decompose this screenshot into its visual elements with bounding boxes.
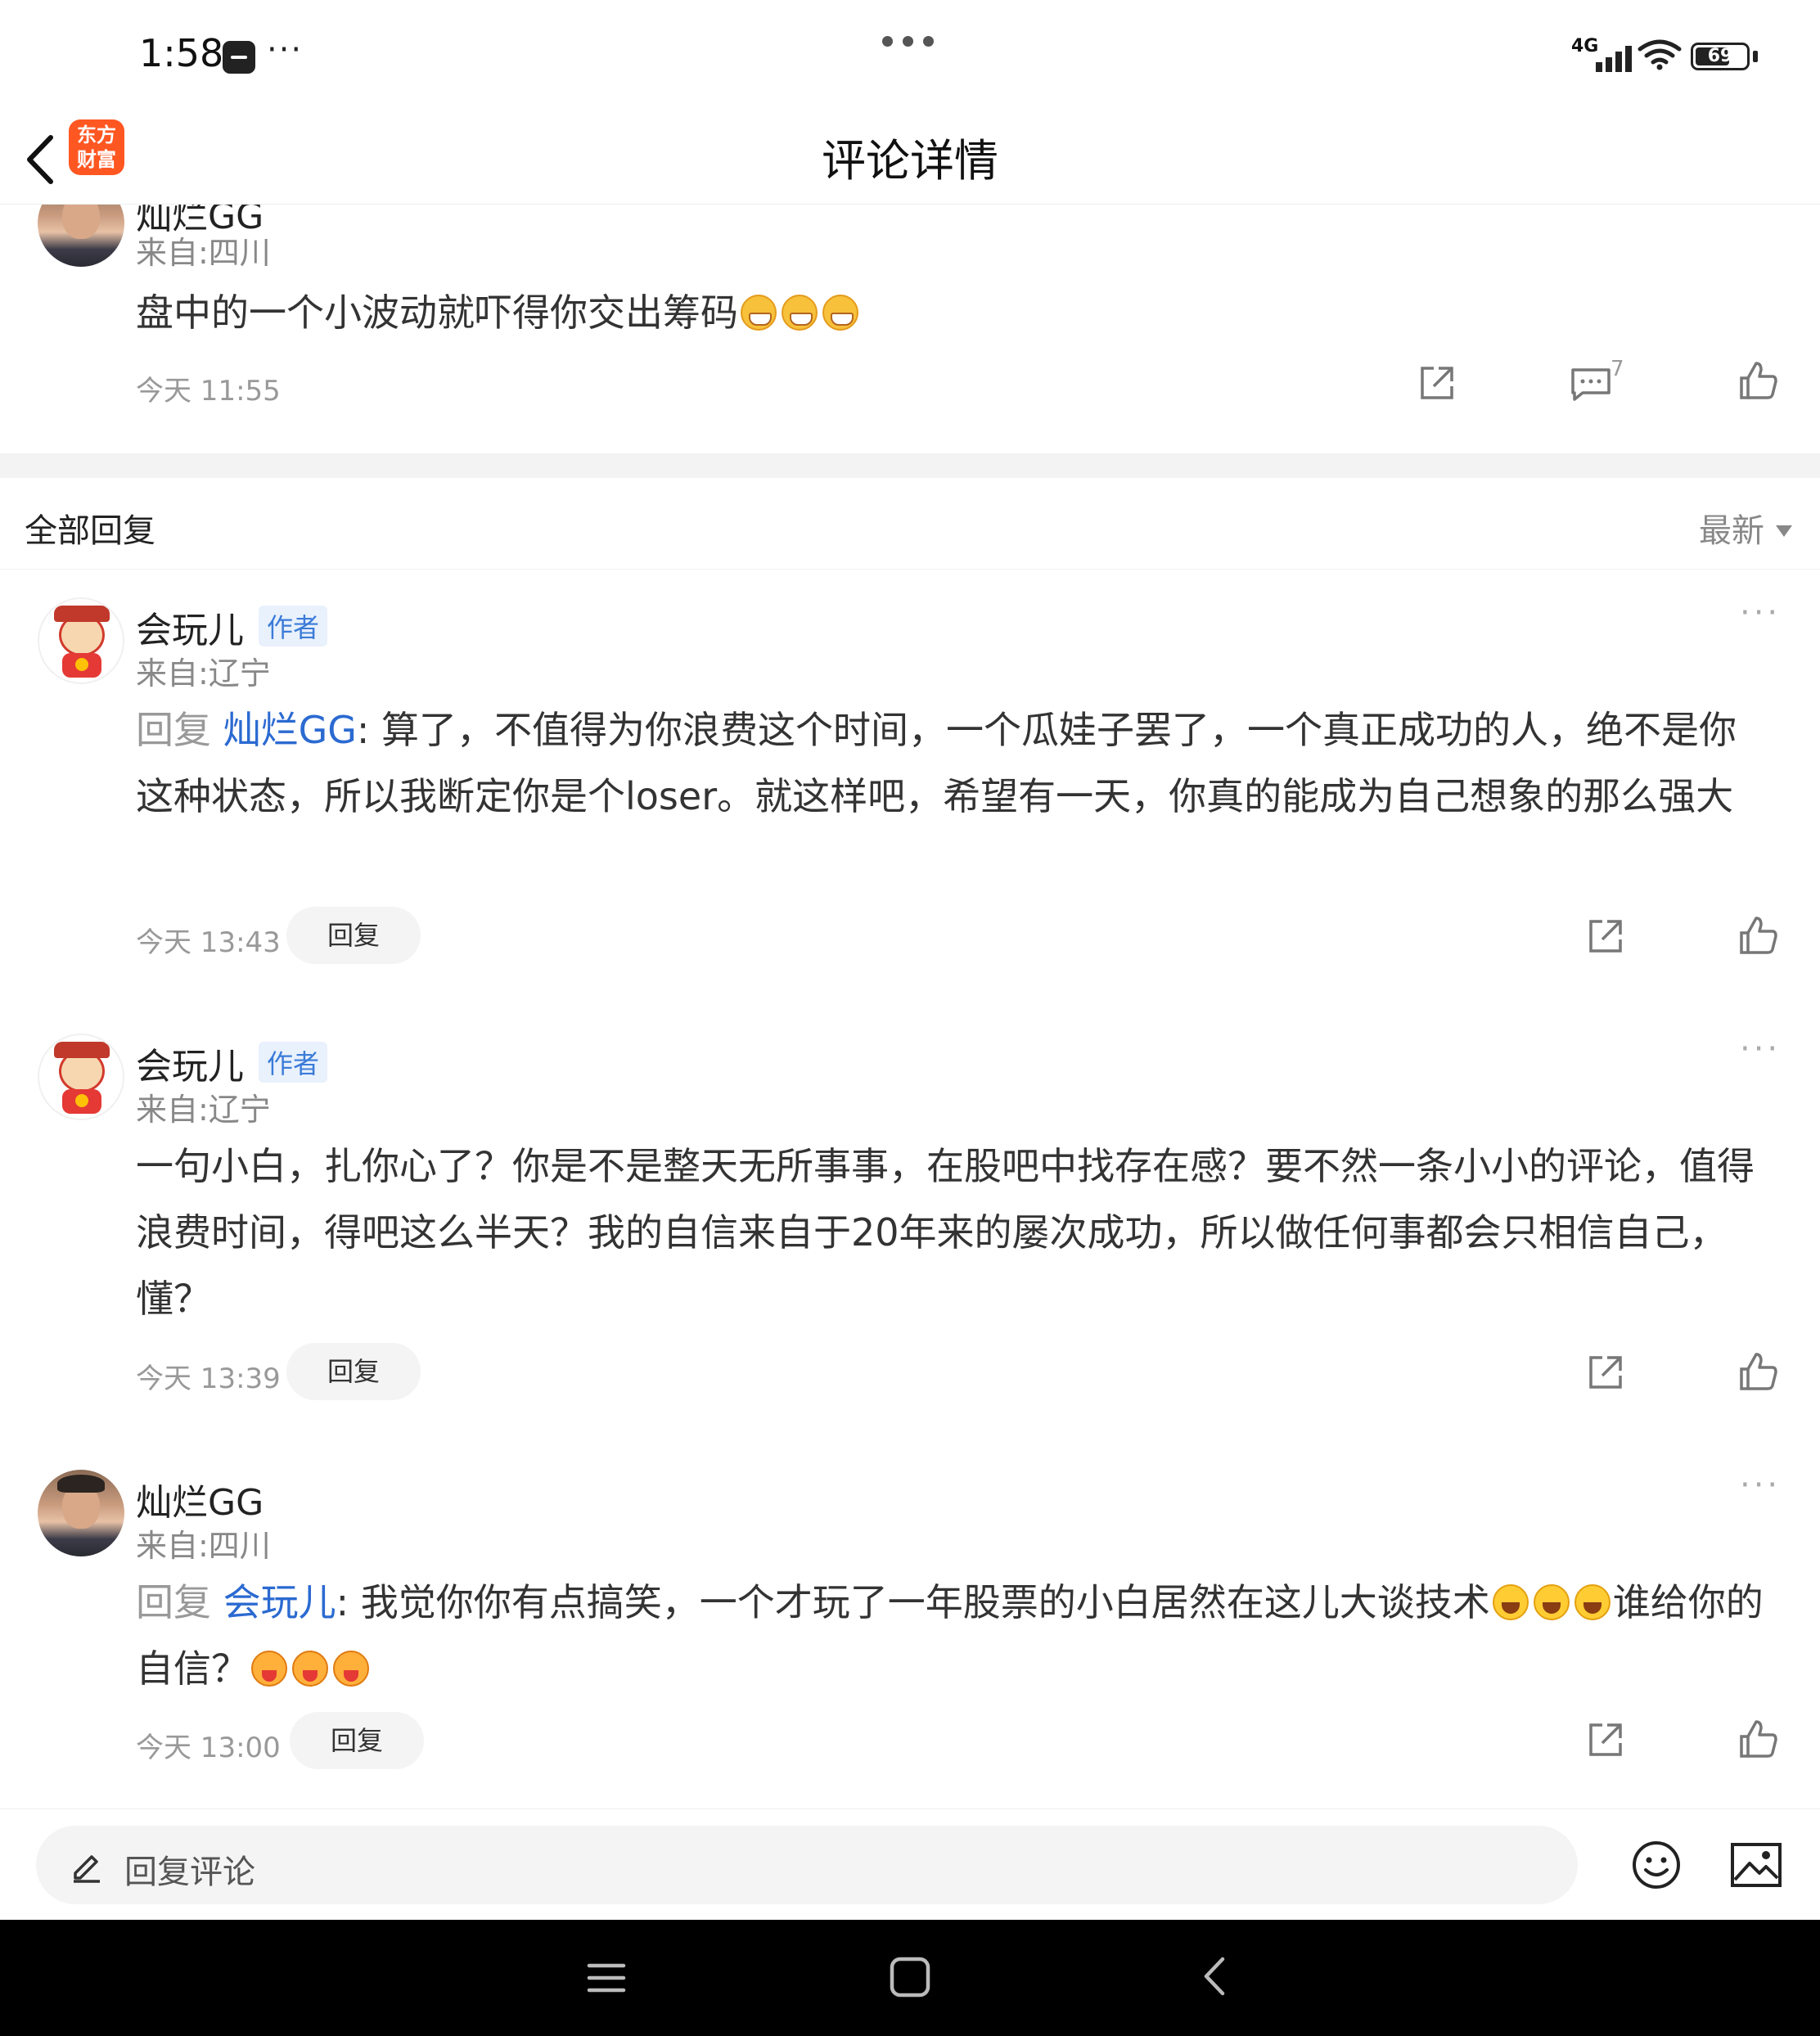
main-comment-text: 盘中的一个小波动就吓得你交出筹码: [136, 280, 1691, 346]
reply-location: 来自:辽宁: [136, 655, 271, 691]
system-navigation-bar: [0, 1920, 1820, 2036]
reply-time: 今天 13:39: [136, 1363, 281, 1395]
share-icon[interactable]: [1417, 363, 1457, 403]
reply-body: : 算了，不值得为你浪费这个时间，一个瓜娃子罢了，一个真正成功的人，绝不是你这种…: [136, 708, 1737, 818]
list-item: 灿烂GG 来自:四川 ··· 回复 会玩儿: 我觉你你有点搞笑，一个才玩了一年股…: [0, 1466, 1820, 1797]
reply-location: 来自:辽宁: [136, 1092, 271, 1128]
status-more-indicator: ···: [267, 31, 304, 69]
like-icon[interactable]: [1738, 1718, 1779, 1759]
reply-text: 一句小白，扎你心了？你是不是整天无所事事，在股吧中找存在感？要不然一条小小的评论…: [136, 1133, 1769, 1332]
dropdown-arrow-icon: [1776, 525, 1792, 537]
reply-input-bar: 回复评论: [0, 1809, 1820, 1920]
pencil-icon: [74, 1855, 100, 1883]
network-type-label: 4G: [1571, 36, 1599, 56]
reply-button[interactable]: 回复: [286, 1343, 421, 1400]
avatar[interactable]: [38, 205, 124, 267]
mention-link[interactable]: 会玩儿: [223, 1580, 336, 1624]
avatar[interactable]: [38, 1034, 124, 1120]
reply-input-placeholder: 回复评论: [124, 1854, 255, 1891]
avatar[interactable]: [38, 1470, 124, 1556]
comment-icon[interactable]: [1570, 365, 1612, 404]
image-icon[interactable]: [1730, 1842, 1782, 1888]
sort-label: 最新: [1699, 512, 1764, 550]
grin-emoji-icon: [782, 295, 818, 331]
replies-title: 全部回复: [25, 512, 155, 550]
sort-dropdown[interactable]: 最新: [1699, 504, 1792, 552]
reply-time: 今天 13:00: [136, 1732, 281, 1764]
tongue-emoji-icon: [292, 1651, 328, 1687]
reply-prefix: 回复: [136, 708, 223, 752]
laugh-emoji-icon: [1533, 1584, 1570, 1620]
status-time: 1:58: [139, 31, 224, 75]
list-item: 会玩儿 作者 来自:辽宁 ··· 回复 灿烂GG: 算了，不值得为你浪费这个时间…: [0, 594, 1820, 990]
comment-count: 7: [1611, 357, 1624, 381]
share-icon[interactable]: [1586, 917, 1625, 956]
menu-icon[interactable]: [586, 1957, 627, 1998]
reply-location: 来自:四川: [136, 1528, 271, 1564]
wifi-icon: [1638, 39, 1682, 70]
mention-link[interactable]: 灿烂GG: [223, 708, 357, 752]
main-comment-location: 来自:四川: [136, 235, 271, 271]
reply-user-name[interactable]: 会玩儿: [136, 601, 244, 653]
emoji-icon[interactable]: [1630, 1839, 1683, 1891]
reply-body: : 我觉你你有点搞笑，一个才玩了一年股票的小白居然在这儿大谈技术: [336, 1580, 1490, 1624]
main-comment: 灿烂GG 来自:四川 盘中的一个小波动就吓得你交出筹码 今天 11:55 7: [0, 205, 1820, 450]
more-options-icon[interactable]: ···: [1740, 1030, 1781, 1068]
section-divider: [0, 453, 1820, 478]
main-comment-time: 今天 11:55: [136, 375, 281, 408]
battery-indicator: 69: [1691, 43, 1750, 70]
more-options-icon[interactable]: ···: [1740, 1466, 1781, 1504]
reply-user-name[interactable]: 灿烂GG: [136, 1473, 264, 1525]
like-icon[interactable]: [1738, 1351, 1779, 1392]
page-title: 评论详情: [822, 135, 998, 187]
reply-button[interactable]: 回复: [286, 907, 421, 964]
author-badge: 作者: [259, 606, 328, 646]
battery-percent: 69: [1707, 46, 1733, 66]
like-icon[interactable]: [1738, 360, 1779, 401]
like-icon[interactable]: [1738, 915, 1779, 956]
reply-text: 回复 会玩儿: 我觉你你有点搞笑，一个才玩了一年股票的小白居然在这儿大谈技术 谁给…: [136, 1570, 1769, 1702]
reply-user-name[interactable]: 会玩儿: [136, 1037, 244, 1089]
reply-text: 回复 灿烂GG: 算了，不值得为你浪费这个时间，一个瓜娃子罢了，一个真正成功的人…: [136, 697, 1769, 830]
share-icon[interactable]: [1586, 1720, 1625, 1759]
reply-button[interactable]: 回复: [290, 1712, 424, 1769]
author-badge: 作者: [259, 1042, 328, 1083]
back-icon[interactable]: [1196, 1954, 1232, 1998]
notification-app-icon: [223, 41, 255, 74]
reply-body: 一句小白，扎你心了？你是不是整天无所事事，在股吧中找存在感？要不然一条小小的评论…: [136, 1144, 1755, 1321]
grin-emoji-icon: [741, 295, 777, 331]
battery-cap: [1753, 51, 1758, 62]
replies-header: 全部回复 最新: [0, 478, 1820, 570]
main-comment-body: 盘中的一个小波动就吓得你交出筹码: [136, 291, 738, 335]
share-icon[interactable]: [1586, 1353, 1625, 1392]
window-handle-dots-icon[interactable]: [882, 36, 934, 47]
avatar[interactable]: [38, 597, 124, 684]
tongue-emoji-icon: [333, 1651, 369, 1687]
reply-input[interactable]: 回复评论: [36, 1826, 1578, 1904]
home-icon[interactable]: [889, 1956, 931, 1998]
tongue-emoji-icon: [251, 1651, 287, 1687]
status-bar: 1:58 ··· 4G 69: [0, 0, 1820, 115]
list-item: 会玩儿 作者 来自:辽宁 ··· 一句小白，扎你心了？你是不是整天无所事事，在股…: [0, 1030, 1820, 1426]
nav-header: 东方 财富 评论详情: [0, 115, 1820, 205]
reply-time: 今天 13:43: [136, 926, 281, 959]
laugh-emoji-icon: [1492, 1584, 1529, 1620]
grin-emoji-icon: [822, 295, 858, 331]
more-options-icon[interactable]: ···: [1740, 594, 1781, 632]
reply-prefix: 回复: [136, 1580, 223, 1624]
laugh-emoji-icon: [1574, 1584, 1611, 1620]
